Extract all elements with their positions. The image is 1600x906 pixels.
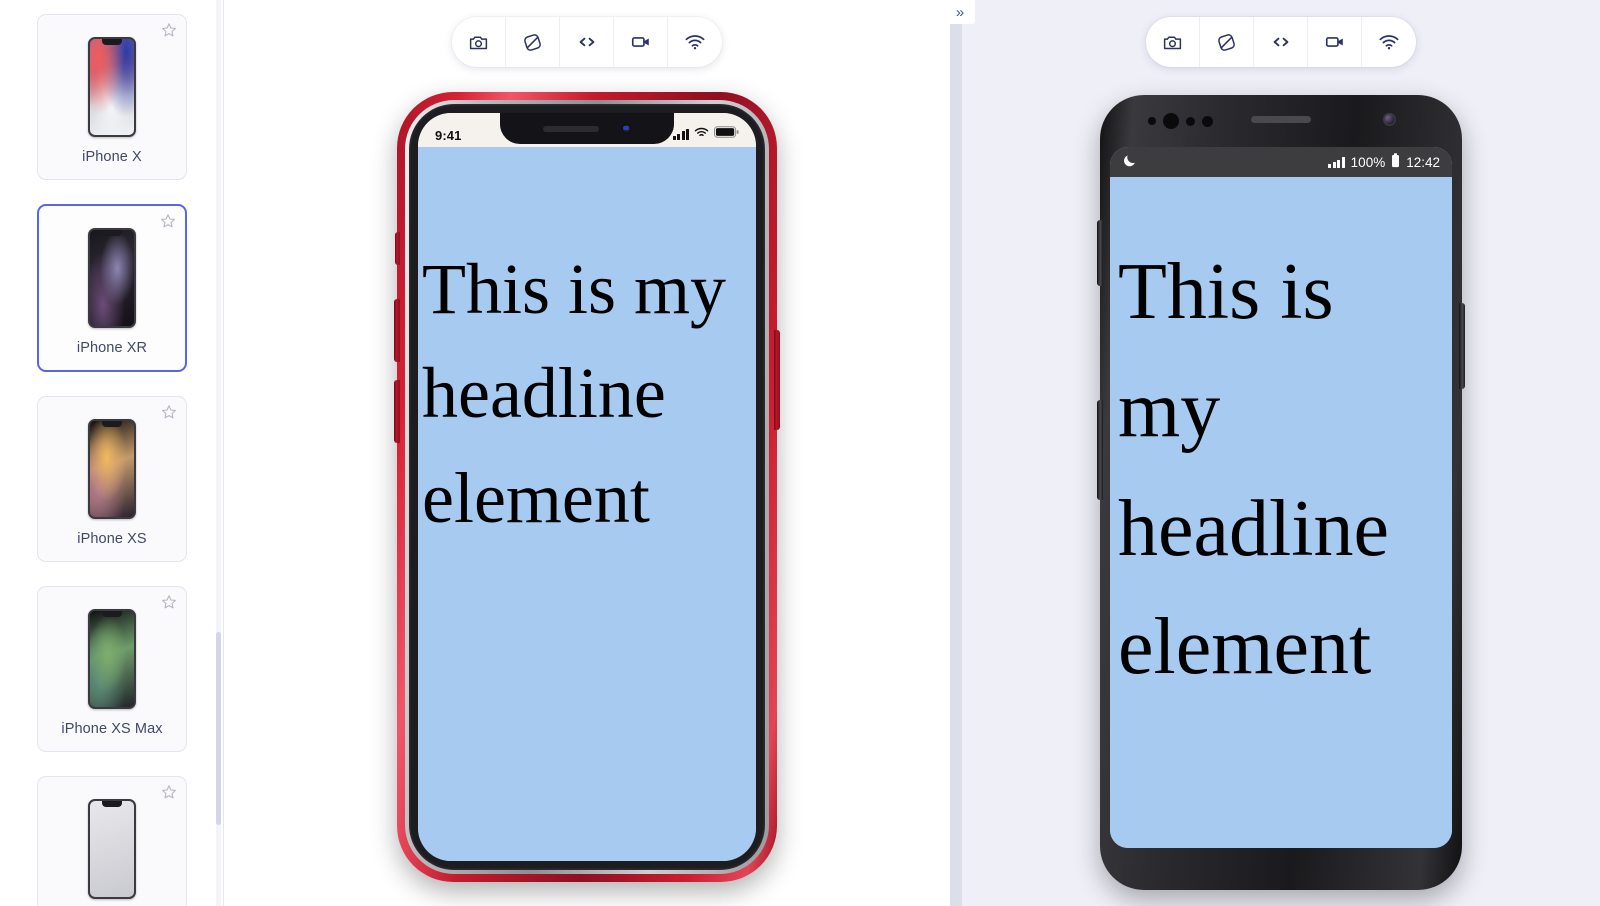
android-viewport[interactable]: This is my headline element bbox=[1110, 177, 1452, 848]
wifi-icon bbox=[694, 125, 709, 143]
silent-switch bbox=[395, 232, 400, 265]
iphone-screen[interactable]: This is my headline element 9:41 bbox=[418, 113, 756, 861]
star-outline-icon[interactable] bbox=[161, 22, 177, 38]
device-preview-app: iPhone X iPhone XR iPhone XS iPhone XS M… bbox=[0, 0, 1600, 906]
android-screen[interactable]: This is my headline element 100% 12:42 bbox=[1110, 147, 1452, 848]
android-device-toolbar bbox=[1146, 17, 1416, 67]
device-list: iPhone X iPhone XR iPhone XS iPhone XS M… bbox=[0, 0, 223, 906]
sidebar-scrollbar[interactable] bbox=[216, 632, 221, 825]
screenshot-button[interactable] bbox=[1146, 17, 1200, 67]
device-thumbnail bbox=[88, 37, 136, 137]
throttle-button[interactable] bbox=[1362, 17, 1416, 67]
power-button bbox=[1459, 303, 1465, 389]
ios-preview-pane: This is my headline element 9:41 bbox=[224, 0, 950, 906]
device-thumbnail bbox=[88, 419, 136, 519]
front-camera-icon bbox=[1383, 113, 1396, 126]
device-card-iphone-xs-max[interactable]: iPhone XS Max bbox=[37, 586, 187, 752]
video-icon bbox=[630, 31, 652, 53]
star-outline-icon[interactable] bbox=[161, 784, 177, 800]
wifi-icon bbox=[1378, 31, 1400, 53]
android-device-top bbox=[1100, 95, 1462, 147]
devtools-button[interactable] bbox=[1254, 17, 1308, 67]
device-card-iphone-xr[interactable]: iPhone XR bbox=[37, 204, 187, 372]
sensor-array bbox=[1148, 113, 1213, 129]
device-thumbnail bbox=[88, 228, 136, 328]
device-card-label: iPhone XS bbox=[77, 531, 147, 547]
earpiece-speaker bbox=[1251, 116, 1311, 123]
star-outline-icon[interactable] bbox=[161, 594, 177, 610]
devtools-button[interactable] bbox=[560, 17, 614, 67]
screenshot-button[interactable] bbox=[452, 17, 506, 67]
status-time: 12:42 bbox=[1406, 154, 1440, 170]
iphone-notch bbox=[500, 113, 674, 144]
device-sidebar: iPhone X iPhone XR iPhone XS iPhone XS M… bbox=[0, 0, 224, 906]
android-status-bar: 100% 12:42 bbox=[1110, 147, 1452, 177]
record-video-button[interactable] bbox=[1308, 17, 1362, 67]
device-card-next[interactable] bbox=[37, 776, 187, 906]
page-headline: This is my headline element bbox=[422, 249, 727, 538]
rotate-icon bbox=[1216, 32, 1237, 53]
rotate-icon bbox=[522, 32, 543, 53]
cellular-signal-icon bbox=[1328, 157, 1345, 168]
record-video-button[interactable] bbox=[614, 17, 668, 67]
ios-device-toolbar bbox=[452, 17, 722, 67]
star-outline-icon[interactable] bbox=[160, 213, 176, 229]
headline-line: headline bbox=[1118, 484, 1389, 573]
android-preview-pane: This is my headline element 100% 12:42 bbox=[962, 0, 1600, 906]
front-camera-icon bbox=[620, 123, 632, 134]
camera-icon bbox=[468, 32, 489, 53]
status-time: 9:41 bbox=[435, 128, 462, 143]
earpiece-speaker bbox=[542, 125, 599, 132]
rotate-button[interactable] bbox=[1200, 17, 1254, 67]
star-outline-icon[interactable] bbox=[161, 404, 177, 420]
wifi-icon bbox=[684, 31, 706, 53]
volume-up-button bbox=[394, 299, 400, 362]
video-icon bbox=[1324, 31, 1346, 53]
code-icon bbox=[576, 31, 598, 53]
rotate-button[interactable] bbox=[506, 17, 560, 67]
bixby-button bbox=[1097, 220, 1103, 286]
iphone-xr-device-frame: This is my headline element 9:41 bbox=[394, 92, 780, 882]
pane-divider[interactable] bbox=[950, 0, 962, 906]
headline-line: This is bbox=[1118, 248, 1334, 336]
device-card-iphone-x[interactable]: iPhone X bbox=[37, 14, 187, 180]
volume-down-button bbox=[394, 380, 400, 443]
volume-button bbox=[1097, 400, 1103, 500]
expand-panel-button[interactable]: » bbox=[945, 0, 975, 24]
throttle-button[interactable] bbox=[668, 17, 722, 67]
iphone-viewport[interactable]: This is my headline element bbox=[418, 147, 756, 861]
battery-full-icon bbox=[1391, 153, 1400, 171]
device-thumbnail bbox=[88, 609, 136, 709]
do-not-disturb-moon-icon bbox=[1122, 153, 1137, 171]
device-card-iphone-xs[interactable]: iPhone XS bbox=[37, 396, 187, 562]
camera-icon bbox=[1162, 32, 1183, 53]
device-card-label: iPhone XR bbox=[76, 340, 148, 356]
headline-line: element bbox=[1118, 603, 1372, 692]
device-card-label: iPhone X bbox=[82, 149, 142, 165]
page-headline: This is my headline element bbox=[1110, 177, 1452, 707]
code-icon bbox=[1270, 31, 1292, 53]
power-button bbox=[774, 330, 780, 430]
battery-percent-label: 100% bbox=[1350, 154, 1386, 170]
android-device-frame: This is my headline element 100% 12:42 bbox=[1097, 95, 1465, 890]
battery-full-icon bbox=[714, 125, 739, 143]
cellular-signal-icon bbox=[672, 128, 689, 140]
device-thumbnail bbox=[88, 799, 136, 899]
headline-line: my bbox=[1118, 366, 1221, 455]
device-card-label: iPhone XS Max bbox=[61, 721, 163, 737]
